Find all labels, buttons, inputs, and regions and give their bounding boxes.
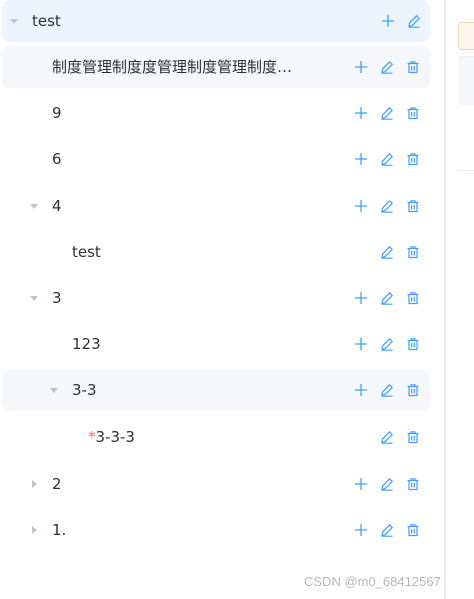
- tree-node-4[interactable]: 4: [2, 185, 430, 227]
- edit-pen-icon[interactable]: [378, 104, 396, 122]
- tree-node-2[interactable]: 2: [2, 463, 430, 505]
- tree-node-label: test: [32, 12, 61, 30]
- plus-icon[interactable]: [352, 521, 370, 539]
- trash-icon[interactable]: [404, 381, 422, 399]
- plus-icon[interactable]: [352, 289, 370, 307]
- edit-pen-icon[interactable]: [378, 58, 396, 76]
- trash-icon[interactable]: [404, 58, 422, 76]
- trash-icon[interactable]: [404, 150, 422, 168]
- tree-node-test[interactable]: test: [2, 0, 430, 42]
- caret-right-icon[interactable]: [28, 524, 40, 536]
- tree-node-3-3[interactable]: 3-3: [2, 369, 430, 411]
- tree-node-policy[interactable]: 制度管理制度度管理制度管理制度管理制度管理: [2, 46, 430, 88]
- caret-down-icon[interactable]: [28, 292, 40, 304]
- tree-node-label: 3-3: [72, 381, 97, 399]
- plus-icon[interactable]: [352, 475, 370, 493]
- tree-node-label: 3: [52, 289, 62, 307]
- required-mark: *: [88, 428, 96, 446]
- tree-node-label: 9: [52, 104, 62, 122]
- plus-icon[interactable]: [352, 58, 370, 76]
- tree-node-label: test: [72, 243, 101, 261]
- plus-icon[interactable]: [352, 335, 370, 353]
- edit-pen-icon[interactable]: [405, 12, 423, 30]
- trash-icon[interactable]: [404, 521, 422, 539]
- plus-icon[interactable]: [352, 104, 370, 122]
- edit-pen-icon[interactable]: [378, 150, 396, 168]
- tree-node-3[interactable]: 3: [2, 277, 430, 319]
- tree-node-label: 4: [52, 197, 62, 215]
- tree-node-9[interactable]: 9: [2, 92, 430, 134]
- edit-pen-icon[interactable]: [378, 428, 396, 446]
- tree-node-6[interactable]: 6: [2, 138, 430, 180]
- tree-node-label: 制度管理制度度管理制度管理制度管理制度管理: [52, 58, 304, 76]
- tree-node-test-child[interactable]: test: [2, 231, 430, 273]
- trash-icon[interactable]: [404, 475, 422, 493]
- table-divider: [458, 170, 474, 171]
- tree-node-label: 6: [52, 150, 62, 168]
- tree-node-label: 2: [52, 475, 62, 493]
- plus-icon[interactable]: [379, 12, 397, 30]
- tree-node-1[interactable]: 1.: [2, 509, 430, 551]
- tree-node-label: 123: [72, 335, 101, 353]
- tree-node-label: *3-3-3: [88, 416, 135, 458]
- trash-icon[interactable]: [404, 104, 422, 122]
- caret-down-icon[interactable]: [28, 200, 40, 212]
- plus-icon[interactable]: [352, 197, 370, 215]
- edit-pen-icon[interactable]: [378, 197, 396, 215]
- trash-icon[interactable]: [404, 335, 422, 353]
- tree-node-123[interactable]: 123: [2, 323, 430, 365]
- caret-down-icon[interactable]: [8, 15, 20, 27]
- edit-pen-icon[interactable]: [378, 335, 396, 353]
- trash-icon[interactable]: [404, 197, 422, 215]
- edit-pen-icon[interactable]: [378, 243, 396, 261]
- tree-node-3-3-3[interactable]: *3-3-3: [2, 416, 430, 458]
- plus-icon[interactable]: [352, 150, 370, 168]
- edit-pen-icon[interactable]: [378, 381, 396, 399]
- edit-pen-icon[interactable]: [378, 521, 396, 539]
- alert-box: [458, 22, 474, 50]
- tree-node-label-text: 3-3-3: [95, 428, 135, 446]
- watermark: CSDN @m0_68412567: [304, 574, 441, 589]
- tree-node-label: 1.: [52, 521, 67, 539]
- edit-pen-icon[interactable]: [378, 475, 396, 493]
- trash-icon[interactable]: [404, 243, 422, 261]
- detail-pane: [446, 0, 474, 599]
- table-header: [458, 56, 474, 105]
- plus-icon[interactable]: [352, 381, 370, 399]
- trash-icon[interactable]: [404, 289, 422, 307]
- category-tree: test 制度管理制度度管理制度管理制度管理制度管理 9: [0, 0, 444, 599]
- edit-pen-icon[interactable]: [378, 289, 396, 307]
- caret-right-icon[interactable]: [28, 478, 40, 490]
- trash-icon[interactable]: [404, 428, 422, 446]
- caret-down-icon[interactable]: [48, 384, 60, 396]
